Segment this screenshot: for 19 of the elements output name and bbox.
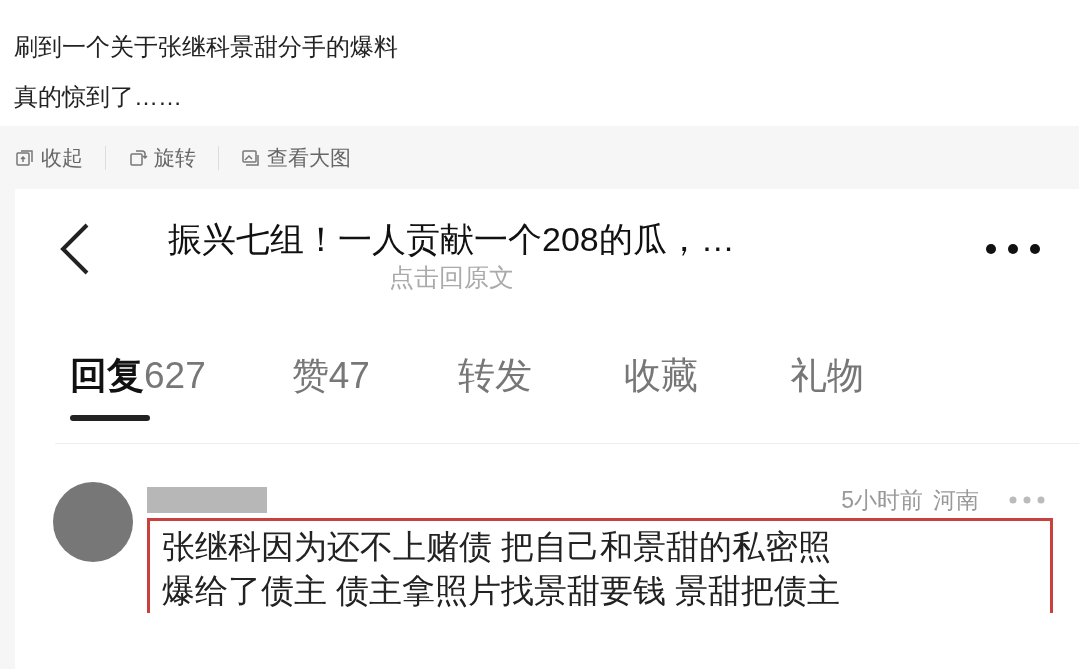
- toolbar-button[interactable]: 收起: [15, 141, 83, 174]
- tab[interactable]: 回复627: [70, 351, 206, 443]
- rotate-icon: [128, 147, 148, 168]
- more-icon[interactable]: [985, 243, 1041, 255]
- post-title: 振兴七组！一人贡献一个208的瓜，…: [168, 219, 735, 260]
- collapse-icon: [15, 147, 35, 168]
- toolbar-button[interactable]: 旋转: [128, 141, 196, 174]
- tab[interactable]: 收藏: [623, 351, 704, 443]
- tab[interactable]: 赞47: [291, 351, 372, 443]
- back-to-original-link[interactable]: 点击回原文: [388, 261, 514, 293]
- tab[interactable]: 转发: [457, 351, 538, 443]
- comment-location: 河南: [933, 485, 979, 515]
- image-icon: [241, 147, 261, 168]
- post-text: 刷到一个关于张继科景甜分手的爆料: [14, 32, 398, 62]
- tab[interactable]: 礼物: [789, 351, 870, 443]
- toolbar-button[interactable]: 查看大图: [241, 141, 351, 174]
- post-text: 真的惊到了……: [14, 82, 182, 112]
- comment-text: 张继科因为还不上赌债 把自己和景甜的私密照 爆给了债主 债主拿照片找景甜要钱 景甜把债主: [147, 518, 1053, 613]
- comment-time: 5小时前: [841, 485, 923, 515]
